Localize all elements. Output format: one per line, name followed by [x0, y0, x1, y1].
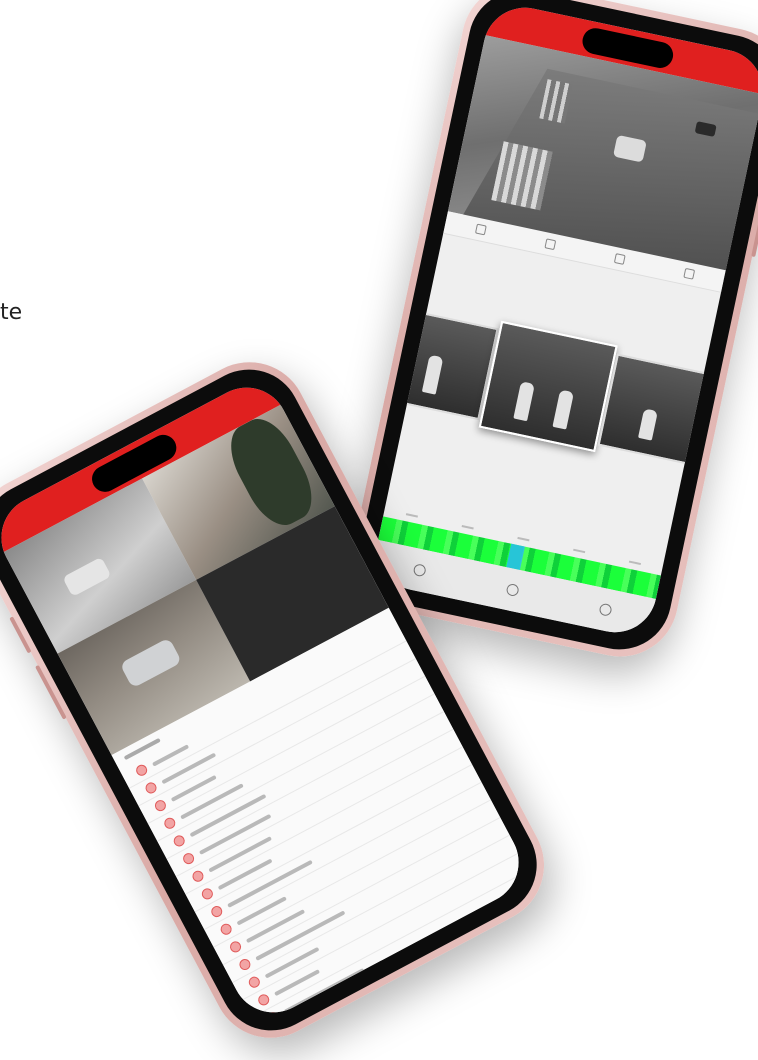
fullscreen-icon[interactable]	[682, 267, 695, 280]
record-icon[interactable]	[543, 238, 556, 251]
nav-home-icon[interactable]	[505, 582, 520, 598]
thumbnail[interactable]	[597, 353, 710, 466]
event-thumbnails	[384, 308, 758, 485]
nav-back-icon[interactable]	[412, 563, 428, 578]
caption-fragment: te	[0, 300, 23, 325]
playback-phone	[342, 0, 758, 668]
playback-screen	[369, 0, 758, 641]
timeline-cursor[interactable]	[505, 543, 525, 570]
snapshot-icon[interactable]	[474, 223, 487, 236]
thumbnail[interactable]	[690, 373, 758, 485]
nav-menu-icon[interactable]	[598, 602, 613, 617]
thumbnail[interactable]	[387, 308, 499, 421]
audio-icon[interactable]	[613, 252, 626, 265]
thumbnail-selected[interactable]	[478, 320, 618, 453]
